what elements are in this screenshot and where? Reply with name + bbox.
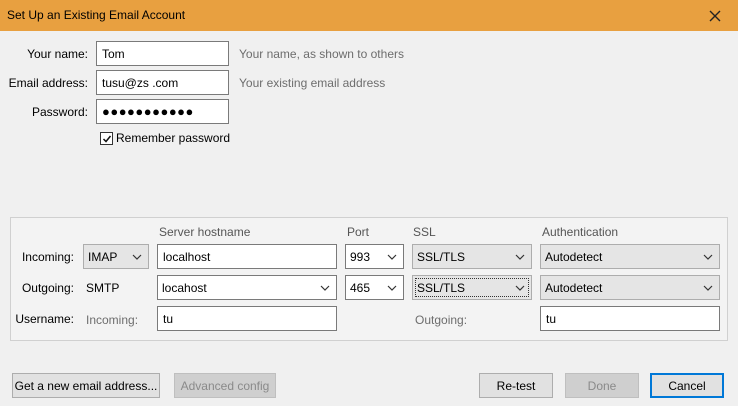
chevron-down-icon xyxy=(132,254,142,260)
incoming-label: Incoming: xyxy=(21,250,74,264)
outgoing-label: Outgoing: xyxy=(21,281,74,295)
username-label: Username: xyxy=(15,312,74,326)
name-hint: Your name, as shown to others xyxy=(239,47,404,61)
title-bar: Set Up an Existing Email Account xyxy=(0,0,738,31)
close-button[interactable] xyxy=(692,0,738,31)
outgoing-protocol: SMTP xyxy=(86,281,120,295)
chevron-down-icon xyxy=(515,285,525,291)
outgoing-ssl-value: SSL/TLS xyxy=(417,280,466,295)
outgoing-hostname-combobox[interactable]: locahost xyxy=(157,275,337,300)
get-new-email-button[interactable]: Get a new email address... xyxy=(12,373,160,398)
password-input[interactable]: ●●●●●●●●●●● xyxy=(96,99,229,124)
incoming-port-select[interactable]: 993 xyxy=(345,244,404,269)
incoming-auth-select[interactable]: Autodetect xyxy=(540,244,720,269)
close-icon xyxy=(709,10,721,21)
incoming-auth-value: Autodetect xyxy=(545,249,603,264)
incoming-ssl-select[interactable]: SSL/TLS xyxy=(412,244,532,269)
incoming-username-input[interactable]: tu xyxy=(157,306,337,331)
chevron-down-icon xyxy=(320,285,330,291)
outgoing-hostname-value: locahost xyxy=(162,280,207,295)
username-incoming-label: Incoming: xyxy=(86,313,139,327)
email-label: Email address: xyxy=(8,76,88,90)
outgoing-auth-select[interactable]: Autodetect xyxy=(540,275,720,300)
retest-button[interactable]: Re-test xyxy=(479,373,553,398)
incoming-protocol-value: IMAP xyxy=(88,249,118,264)
column-header-auth: Authentication xyxy=(542,225,619,239)
outgoing-port-select[interactable]: 465 xyxy=(345,275,404,300)
chevron-down-icon xyxy=(703,254,713,260)
chevron-down-icon xyxy=(387,285,397,291)
outgoing-username-input[interactable]: tu xyxy=(540,306,720,331)
outgoing-ssl-select[interactable]: SSL/TLS xyxy=(412,275,532,300)
outgoing-port-value: 465 xyxy=(350,280,371,295)
done-button[interactable]: Done xyxy=(565,373,639,398)
column-header-port: Port xyxy=(347,225,370,239)
password-label: Password: xyxy=(31,105,88,119)
checkmark-icon xyxy=(102,135,111,143)
chevron-down-icon xyxy=(515,254,525,260)
incoming-hostname-input[interactable]: localhost xyxy=(157,244,337,269)
remember-password-checkbox[interactable] xyxy=(100,132,113,145)
cancel-button[interactable]: Cancel xyxy=(650,373,724,398)
column-header-ssl: SSL xyxy=(413,225,436,239)
username-outgoing-label: Outgoing: xyxy=(415,313,468,327)
window-title: Set Up an Existing Email Account xyxy=(7,8,186,22)
name-label: Your name: xyxy=(27,47,88,61)
email-hint: Your existing email address xyxy=(239,76,386,90)
incoming-port-value: 993 xyxy=(350,249,371,264)
chevron-down-icon xyxy=(703,285,713,291)
chevron-down-icon xyxy=(387,254,397,260)
incoming-protocol-select[interactable]: IMAP xyxy=(83,244,149,269)
column-header-hostname: Server hostname xyxy=(159,225,251,239)
outgoing-auth-value: Autodetect xyxy=(545,280,603,295)
name-input[interactable]: Tom xyxy=(96,41,229,66)
incoming-ssl-value: SSL/TLS xyxy=(417,249,466,264)
email-input[interactable]: tusu@zs .com xyxy=(96,70,229,95)
remember-password-label[interactable]: Remember password xyxy=(116,131,230,145)
advanced-config-button[interactable]: Advanced config xyxy=(174,373,276,398)
